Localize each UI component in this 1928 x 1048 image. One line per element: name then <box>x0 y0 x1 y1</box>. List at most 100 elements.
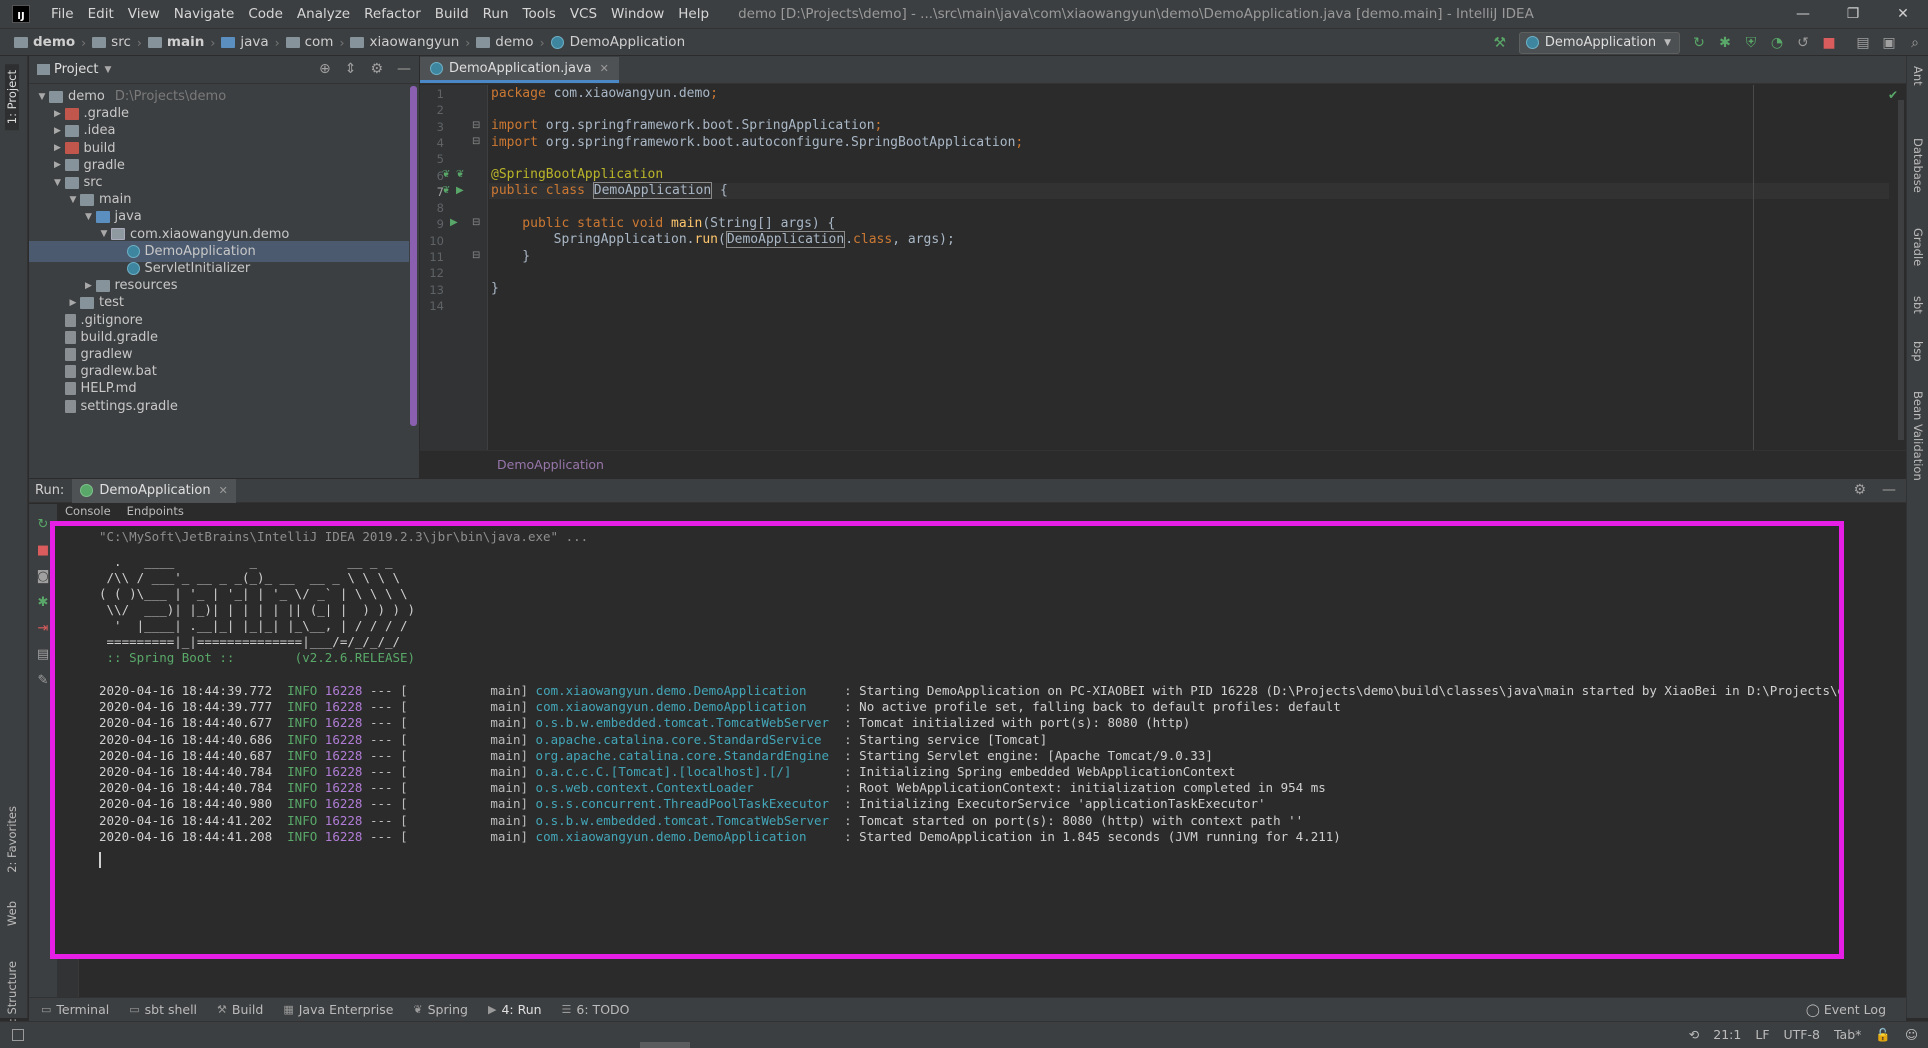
gear-icon[interactable]: ⚙ <box>1853 482 1866 498</box>
bottom-tab[interactable]: ☰ 6: TODO <box>562 1002 630 1017</box>
tree-item[interactable]: settings.gradle <box>29 396 409 417</box>
breadcrumb-item[interactable]: com <box>285 34 333 50</box>
gear-icon[interactable]: ⚙ <box>370 61 383 77</box>
menu-file[interactable]: File <box>44 6 81 22</box>
layout-icon[interactable]: ▤ <box>35 646 51 662</box>
bottom-tab[interactable]: ▭ Terminal <box>41 1002 109 1017</box>
menu-build[interactable]: Build <box>428 6 476 22</box>
endpoints-subtab[interactable]: Endpoints <box>127 504 184 520</box>
breadcrumb-item[interactable]: xiaowangyun <box>350 34 459 50</box>
close-tab-icon[interactable]: ✕ <box>600 62 609 75</box>
menu-analyze[interactable]: Analyze <box>290 6 357 22</box>
attach-icon[interactable]: ↺ <box>1790 32 1816 54</box>
run-gutter-icon[interactable]: ▶ <box>450 217 458 228</box>
run-gutter-icon[interactable]: ▶ <box>456 185 464 196</box>
bottom-tab[interactable]: ⚒ Build <box>217 1002 263 1017</box>
coverage-icon[interactable]: ⛨ <box>1738 32 1764 54</box>
run-tab-demoapplication[interactable]: DemoApplication ✕ <box>72 478 236 503</box>
inspector-icon[interactable]: ☺ <box>1905 1027 1918 1043</box>
project-panel-title[interactable]: Project <box>54 62 98 77</box>
bsp-tool-tab[interactable]: bsp <box>1911 341 1925 362</box>
close-run-tab-icon[interactable]: ✕ <box>219 484 228 497</box>
hide-panel-icon[interactable]: — <box>397 61 411 77</box>
spring-bean-icon[interactable]: ❦ <box>442 185 450 196</box>
tool-windows-toggle-icon[interactable] <box>12 1029 24 1041</box>
menu-view[interactable]: View <box>121 6 167 22</box>
menu-tools[interactable]: Tools <box>516 6 563 22</box>
menu-window[interactable]: Window <box>604 6 671 22</box>
rerun-icon[interactable]: ↻ <box>35 516 51 532</box>
expanded-arrow-icon[interactable]: ▼ <box>35 92 49 102</box>
menu-navigate[interactable]: Navigate <box>167 6 242 22</box>
structure-tool-tab[interactable]: Z: Structure <box>5 961 19 1030</box>
stop-icon[interactable]: ■ <box>35 542 51 558</box>
collapsed-arrow-icon[interactable]: ▶ <box>51 109 65 119</box>
console-subtab[interactable]: Console <box>65 504 111 520</box>
exit-icon[interactable]: ⇥ <box>35 620 51 636</box>
breadcrumb-item[interactable]: java <box>221 34 269 50</box>
expanded-arrow-icon[interactable]: ▼ <box>66 195 80 205</box>
collapsed-arrow-icon[interactable]: ▶ <box>51 126 65 136</box>
stop-icon[interactable]: ■ <box>1816 32 1842 54</box>
bottom-tab[interactable]: ▶ 4: Run <box>488 1002 542 1017</box>
locate-icon[interactable]: ⊕ <box>319 61 331 77</box>
bean-validation-tool-tab[interactable]: Bean Validation <box>1911 391 1925 481</box>
rerun-icon[interactable]: ↻ <box>1686 32 1712 54</box>
run-configuration-select[interactable]: DemoApplication ▼ <box>1518 31 1680 54</box>
restore-icon[interactable]: ❐ <box>1828 0 1878 28</box>
expanded-arrow-icon[interactable]: ▼ <box>82 212 96 222</box>
caret-position[interactable]: 21:1 <box>1713 1027 1741 1043</box>
breadcrumb-item[interactable]: src <box>92 34 131 50</box>
menu-edit[interactable]: Edit <box>81 6 121 22</box>
line-separator[interactable]: LF <box>1755 1027 1769 1043</box>
menu-refactor[interactable]: Refactor <box>357 6 428 22</box>
code-area[interactable]: package com.xiaowangyun.demo; import org.… <box>489 85 1889 450</box>
menu-code[interactable]: Code <box>241 6 290 22</box>
presentation-icon[interactable]: ▣ <box>1876 32 1902 54</box>
collapsed-arrow-icon[interactable]: ▶ <box>51 143 65 153</box>
minimize-icon[interactable]: — <box>1778 0 1828 28</box>
fold-marker-icon[interactable]: ⊟ <box>472 250 480 261</box>
project-tool-tab[interactable]: 1: Project <box>5 64 19 131</box>
breadcrumb-item[interactable]: demo <box>476 34 534 50</box>
ant-tool-tab[interactable]: Ant <box>1911 66 1925 86</box>
expanded-arrow-icon[interactable]: ▼ <box>97 229 111 239</box>
breadcrumb-item[interactable]: main <box>147 34 204 50</box>
spring-bean-icon[interactable]: ❦ <box>442 169 450 180</box>
web-tool-tab[interactable]: Web <box>5 901 19 926</box>
favorites-tool-tab[interactable]: 2: Favorites <box>5 806 19 873</box>
project-structure-icon[interactable]: ▤ <box>1850 32 1876 54</box>
expanded-arrow-icon[interactable]: ▼ <box>51 178 65 188</box>
hide-panel-icon[interactable]: — <box>1882 482 1896 498</box>
collapsed-arrow-icon[interactable]: ▶ <box>51 160 65 170</box>
spring-bean-icon[interactable]: ❦ <box>456 169 464 180</box>
camera-icon[interactable]: ◙ <box>35 568 51 584</box>
collapsed-arrow-icon[interactable]: ▶ <box>66 298 80 308</box>
bottom-tab[interactable]: ❦ Spring <box>413 1002 468 1017</box>
editor-tab-demoapplication[interactable]: DemoApplication.java ✕ <box>420 57 619 83</box>
close-window-icon[interactable]: ✕ <box>1878 0 1928 28</box>
fold-marker-icon[interactable]: ⊟ <box>472 120 480 131</box>
breadcrumb-item[interactable]: demo <box>14 34 75 50</box>
indent-setting[interactable]: Tab* <box>1834 1027 1861 1043</box>
bottom-tab[interactable]: ▭ sbt shell <box>129 1002 197 1017</box>
bottom-tab[interactable]: ▦ Java Enterprise <box>283 1002 393 1017</box>
fold-marker-icon[interactable]: ⊟ <box>472 217 480 228</box>
fold-marker-icon[interactable]: ⊟ <box>472 136 480 147</box>
chevron-down-icon[interactable]: ▼ <box>104 65 111 75</box>
event-log-tab[interactable]: ◯ Event Log <box>1806 1002 1886 1017</box>
build-hammer-icon[interactable]: ⚒ <box>1487 32 1513 54</box>
menu-help[interactable]: Help <box>671 6 716 22</box>
debug-icon[interactable]: ✱ <box>35 594 51 610</box>
gradle-tool-tab[interactable]: Gradle <box>1911 228 1925 266</box>
background-tasks-icon[interactable]: ⟲ <box>1689 1027 1699 1043</box>
editor-scrollbar[interactable] <box>1898 100 1904 440</box>
inspection-ok-icon[interactable]: ✔ <box>1888 88 1898 102</box>
project-tree-scrollbar[interactable] <box>410 86 417 426</box>
lock-icon[interactable]: 🔓 <box>1875 1027 1891 1043</box>
console-output[interactable]: "C:\MySoft\JetBrains\IntelliJ IDEA 2019.… <box>50 521 1844 959</box>
sbt-tool-tab[interactable]: sbt <box>1911 296 1925 314</box>
profile-icon[interactable]: ◔ <box>1764 32 1790 54</box>
debug-icon[interactable]: ✱ <box>1712 32 1738 54</box>
file-encoding[interactable]: UTF-8 <box>1784 1027 1820 1043</box>
